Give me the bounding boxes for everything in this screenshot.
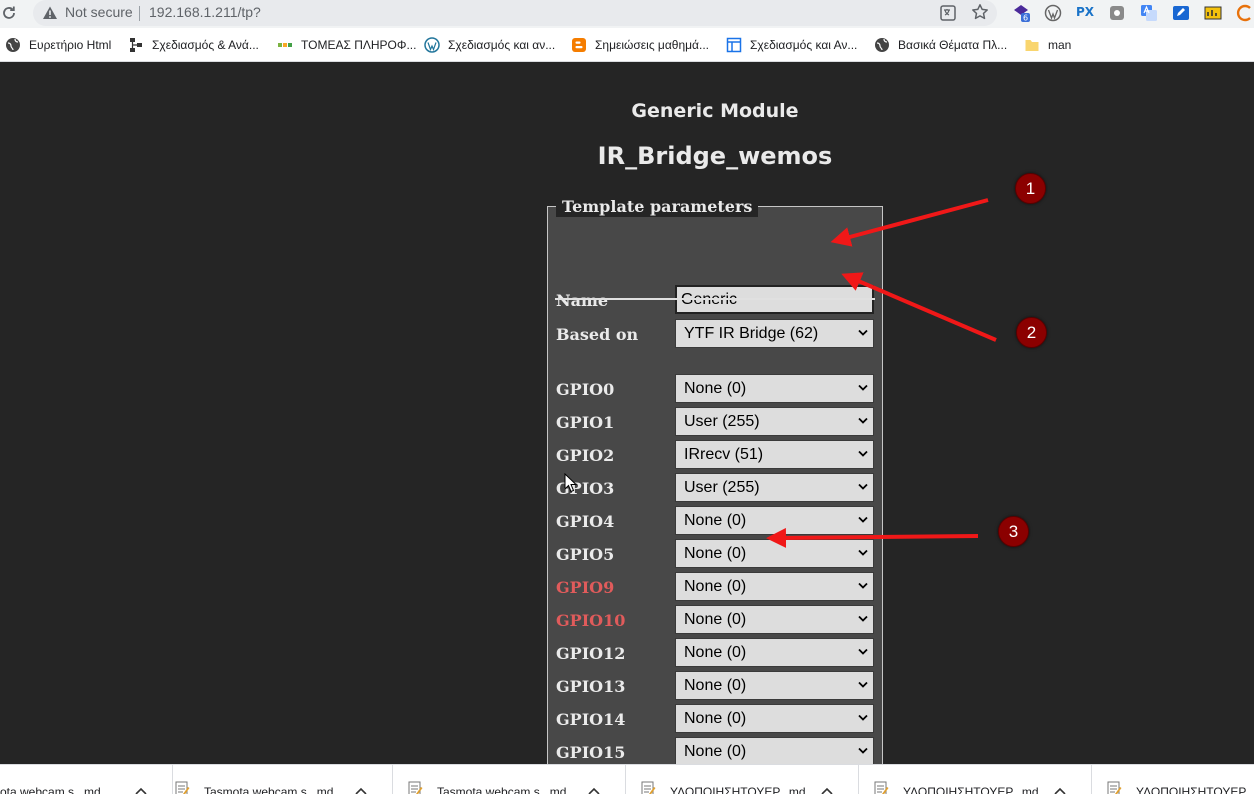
download-shelf: ota webcam s...md Tasmota webcam s...md Ta… xyxy=(0,764,1254,794)
extension-badge: 6 xyxy=(1023,14,1028,23)
chevron-up-icon[interactable] xyxy=(821,787,833,794)
bookmark-item[interactable]: Σχεδιασμός & Ανά... xyxy=(128,35,259,55)
download-name: ΥΛΟΠΟΙΗΣΗΤΟΥΕΡ...md xyxy=(670,785,806,794)
wordpress-icon xyxy=(424,37,440,53)
download-name: ota webcam s...md xyxy=(0,785,101,794)
download-item[interactable]: ΥΛΟΠΟΙΗΣΗΤΟΥΕΡ...md xyxy=(626,765,859,794)
bookmark-label: Σχεδιασμός και αν... xyxy=(448,38,556,52)
bookmark-label: Σχεδιασμός & Ανά... xyxy=(152,38,259,52)
bookmark-item[interactable]: Βασικά Θέματα Πλ... xyxy=(874,35,1007,55)
text-file-icon xyxy=(1107,781,1122,794)
bookmark-label: Σχεδιασμός και Αν... xyxy=(750,38,858,52)
bookmark-item[interactable]: man xyxy=(1024,35,1071,55)
chart-extension-icon[interactable] xyxy=(1204,4,1222,22)
globe-icon xyxy=(6,38,20,52)
download-item[interactable]: Tasmota webcam s...md xyxy=(393,765,626,794)
edit-extension-icon[interactable] xyxy=(1172,4,1190,22)
wordpress-extension-icon[interactable] xyxy=(1044,4,1062,22)
chevron-up-icon[interactable] xyxy=(1054,787,1066,794)
text-file-icon xyxy=(874,781,889,794)
bookmark-star-icon[interactable] xyxy=(971,3,989,21)
url-text[interactable]: 192.168.1.211/tp? xyxy=(149,4,261,20)
address-bar[interactable]: Not secure 192.168.1.211/tp? xyxy=(33,0,997,26)
bookmark-label: ΤΟΜΕΑΣ ΠΛΗΡΟΦ... xyxy=(301,38,417,52)
extension-orange-icon[interactable] xyxy=(1236,4,1254,22)
bookmarks-bar: Ευρετήριο Html Σχεδιασμός & Ανά... ΤΟΜΕΑ… xyxy=(0,28,1254,62)
site-logo-icon xyxy=(278,43,292,47)
layout-icon xyxy=(726,37,742,53)
bookmark-label: Ευρετήριο Html xyxy=(29,38,112,52)
annotation-arrow-3 xyxy=(766,527,979,548)
reload-icon[interactable] xyxy=(0,4,18,22)
network-icon xyxy=(130,38,142,52)
chevron-up-icon[interactable] xyxy=(355,787,367,794)
annotation-badge-1: 1 xyxy=(1015,173,1046,204)
folder-icon xyxy=(1025,40,1039,51)
download-name: ΥΛΟΠΟΙΗΣΗΤΟΥΕΡ...md xyxy=(903,785,1039,794)
download-item[interactable]: ota webcam s...md xyxy=(0,765,173,794)
chevron-up-icon[interactable] xyxy=(135,787,147,794)
bookmark-item[interactable]: ΤΟΜΕΑΣ ΠΛΗΡΟΦ... xyxy=(277,35,416,55)
annotation-badge-3: 3 xyxy=(998,516,1029,547)
bookmark-item[interactable]: Σημειώσεις μαθημά... xyxy=(571,35,709,55)
annotation-arrows xyxy=(766,198,997,548)
annotation-arrow-1 xyxy=(830,198,989,247)
security-status: Not secure xyxy=(65,4,133,20)
bookmark-label: Σημειώσεις μαθημά... xyxy=(595,38,709,52)
extension-purple-icon[interactable]: 6 xyxy=(1012,4,1030,22)
google-translate-extension-icon[interactable] xyxy=(1140,4,1158,22)
download-name: Tasmota webcam s...md xyxy=(437,785,567,794)
tasmota-page: Generic Module IR_Bridge_wemos Template … xyxy=(0,62,1254,764)
bookmark-label: Βασικά Θέματα Πλ... xyxy=(898,38,1008,52)
download-item[interactable]: ΥΛΟΠΟΙΗΣΗΤΟΥΕΡ...md xyxy=(859,765,1092,794)
bookmark-item[interactable]: Σχεδιασμός και αν... xyxy=(424,35,555,55)
bookmark-item[interactable]: Ευρετήριο Html xyxy=(5,35,111,55)
warning-icon[interactable] xyxy=(42,5,58,21)
extension-gray-icon[interactable] xyxy=(1108,4,1126,22)
text-file-icon xyxy=(641,781,656,794)
download-name: Tasmota webcam s...md xyxy=(204,785,334,794)
mouse-cursor-icon xyxy=(564,473,578,493)
download-item[interactable]: Tasmota webcam s...md xyxy=(160,765,393,794)
px-extension-icon[interactable]: PX xyxy=(1076,5,1096,23)
download-item[interactable]: ΥΛΟΠΟΙΗΣΗΤΟΥΕΡ xyxy=(1092,765,1254,794)
bookmark-label: man xyxy=(1048,38,1072,52)
bookmark-item[interactable]: Σχεδιασμός και Αν... xyxy=(726,35,857,55)
translate-icon[interactable] xyxy=(939,4,957,22)
download-name: ΥΛΟΠΟΙΗΣΗΤΟΥΕΡ xyxy=(1136,785,1247,794)
blogger-icon xyxy=(572,38,586,52)
address-separator xyxy=(139,6,140,21)
chevron-up-icon[interactable] xyxy=(588,787,600,794)
globe-icon xyxy=(875,38,889,52)
text-file-icon xyxy=(175,781,190,794)
text-file-icon xyxy=(408,781,423,794)
annotation-arrow-2 xyxy=(841,272,997,342)
browser-toolbar: Not secure 192.168.1.211/tp? 6 PX xyxy=(0,0,1254,28)
annotation-badge-2: 2 xyxy=(1016,317,1047,348)
